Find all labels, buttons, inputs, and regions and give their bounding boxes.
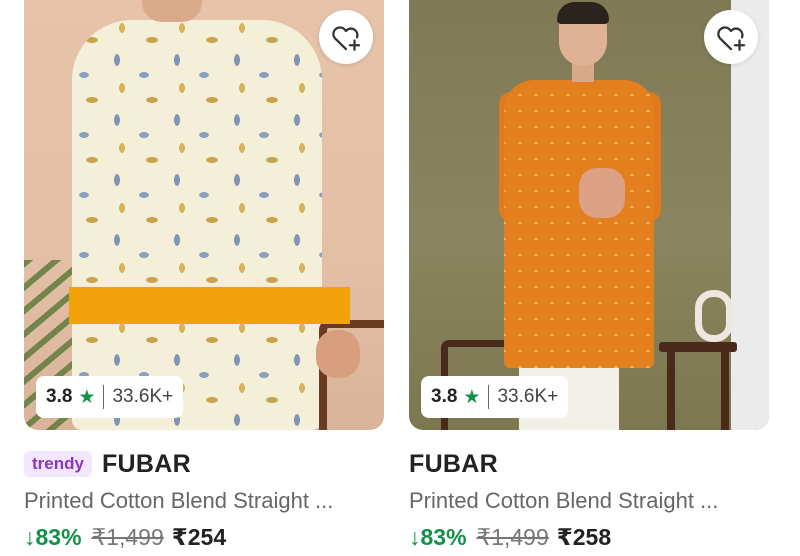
rating-divider xyxy=(488,385,490,409)
model-hand xyxy=(316,330,360,378)
kurta-garment xyxy=(72,20,322,430)
sale-price: ₹254 xyxy=(171,524,227,550)
rating-count: 33.6K+ xyxy=(112,386,174,407)
heart-plus-icon xyxy=(332,26,361,51)
product-card[interactable]: 3.8 ★ 33.6K+ trendy FUBAR Printed Cotton… xyxy=(24,0,384,556)
original-price: ₹1,499 xyxy=(91,524,164,550)
star-icon: ★ xyxy=(78,386,96,408)
rating-value: 3.8 xyxy=(431,386,458,407)
side-table-decor xyxy=(659,342,737,430)
star-icon: ★ xyxy=(463,386,481,408)
model-hair xyxy=(557,2,609,24)
price-row: ↓83% ₹1,499 ₹258 xyxy=(409,524,611,551)
rating-value: 3.8 xyxy=(46,386,73,407)
rating-count: 33.6K+ xyxy=(497,386,559,407)
price-row: ↓83% ₹1,499 ₹254 xyxy=(24,524,226,551)
heart-plus-icon xyxy=(717,26,746,51)
rating-badge: 3.8 ★ 33.6K+ xyxy=(36,376,184,418)
discount-percent: ↓83% xyxy=(409,524,467,550)
brand-name[interactable]: FUBAR xyxy=(102,450,191,479)
product-image[interactable]: 3.8 ★ 33.6K+ xyxy=(24,0,384,430)
kurta-garment xyxy=(504,80,654,368)
table-leg xyxy=(721,352,729,430)
product-card[interactable]: 3.8 ★ 33.6K+ FUBAR Printed Cotton Blend … xyxy=(409,0,769,556)
product-title[interactable]: Printed Cotton Blend Straight ... xyxy=(409,488,771,514)
vase-decor xyxy=(695,290,733,342)
rating-divider xyxy=(103,385,105,409)
product-image[interactable]: 3.8 ★ 33.6K+ xyxy=(409,0,769,430)
wishlist-button[interactable] xyxy=(319,10,373,64)
product-title[interactable]: Printed Cotton Blend Straight ... xyxy=(24,488,386,514)
brand-row: trendy FUBAR xyxy=(24,448,191,480)
model-neck xyxy=(142,0,202,22)
sale-price: ₹258 xyxy=(556,524,612,550)
wishlist-button[interactable] xyxy=(704,10,758,64)
rating-badge: 3.8 ★ 33.6K+ xyxy=(421,376,569,418)
table-top xyxy=(659,342,737,352)
discount-percent: ↓83% xyxy=(24,524,82,550)
brand-row: FUBAR xyxy=(409,448,498,480)
model-hands xyxy=(579,168,625,218)
overlay-bar xyxy=(69,287,350,324)
brand-name[interactable]: FUBAR xyxy=(409,450,498,479)
original-price: ₹1,499 xyxy=(476,524,549,550)
trendy-tag: trendy xyxy=(24,451,92,477)
table-leg xyxy=(667,352,675,430)
